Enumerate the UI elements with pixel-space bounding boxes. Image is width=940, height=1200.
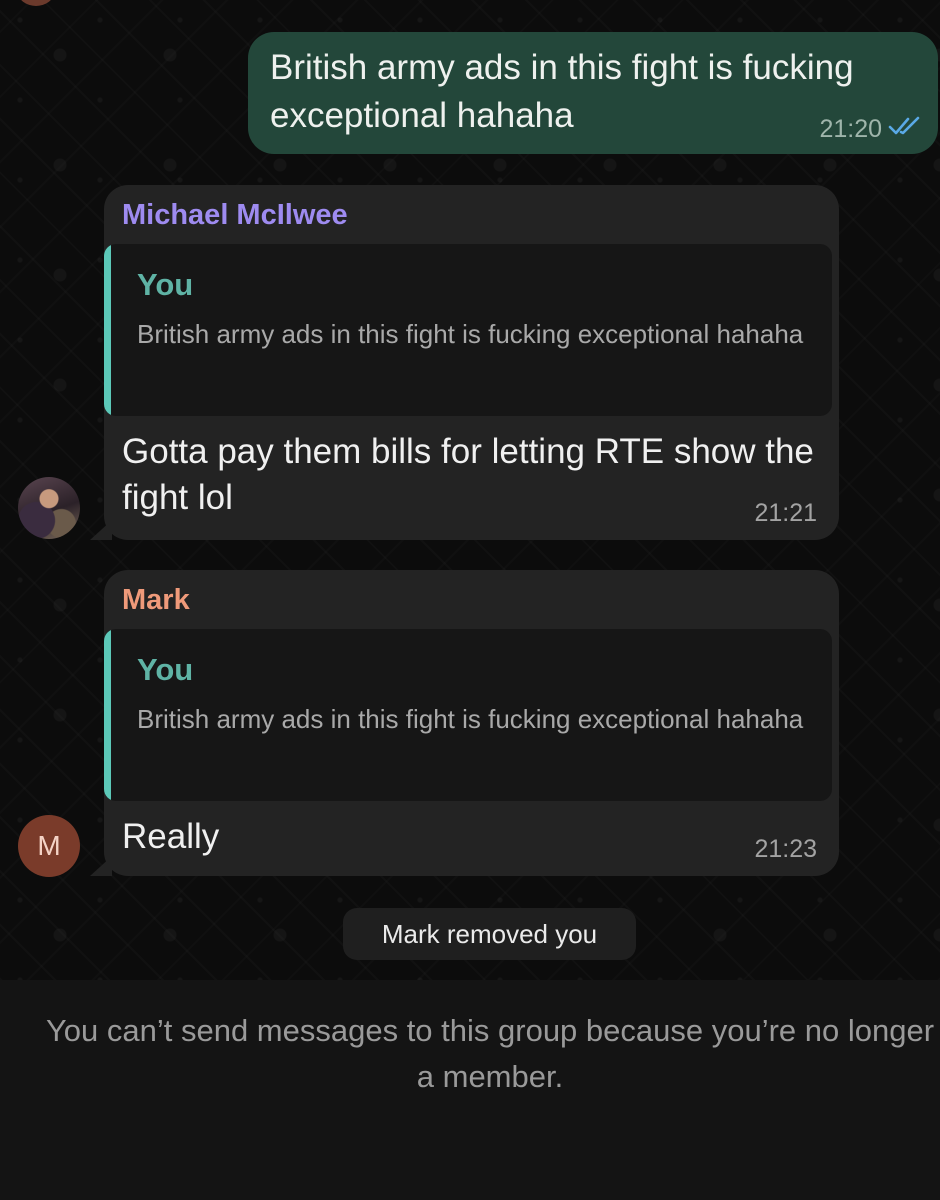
composer-disabled-area: You can’t send messages to this group be… (0, 980, 940, 1200)
outgoing-message-meta: 21:20 (819, 115, 922, 144)
outgoing-message-time: 21:20 (819, 115, 882, 143)
avatar[interactable]: M (18, 815, 80, 877)
quoted-reply[interactable]: You British army ads in this fight is fu… (104, 629, 832, 801)
incoming-message-bubble[interactable]: Michael McIlwee You British army ads in … (90, 185, 839, 540)
quoted-sender: You (137, 652, 194, 687)
bubble-tail (90, 520, 112, 540)
outgoing-message-bubble[interactable]: British army ads in this fight is fuckin… (248, 32, 938, 154)
sender-name[interactable]: Michael McIlwee (122, 199, 348, 232)
chat-background: British army ads in this fight is fuckin… (0, 0, 940, 980)
quoted-text: British army ads in this fight is fuckin… (137, 704, 804, 734)
message-time: 21:21 (754, 499, 817, 527)
avatar-initial: M (37, 830, 61, 861)
not-member-notice: You can’t send messages to this group be… (45, 1013, 935, 1094)
incoming-message-bubble[interactable]: Mark You British army ads in this fight … (90, 570, 839, 876)
quote-accent-bar (104, 244, 111, 416)
message-text: Gotta pay them bills for letting RTE sho… (122, 432, 814, 517)
avatar[interactable] (18, 477, 80, 539)
sender-name[interactable]: Mark (122, 584, 190, 617)
system-message-text: Mark removed you (381, 918, 598, 949)
double-check-icon (888, 115, 922, 144)
bubble-tail (90, 856, 112, 876)
message-time: 21:23 (754, 835, 817, 863)
message-text: Really (122, 817, 220, 856)
avatar-partial (18, 0, 54, 6)
quoted-reply[interactable]: You British army ads in this fight is fu… (104, 244, 832, 416)
quoted-text: British army ads in this fight is fuckin… (137, 319, 804, 349)
quoted-sender: You (137, 267, 194, 302)
system-message: Mark removed you (343, 908, 636, 960)
quote-accent-bar (104, 629, 111, 801)
